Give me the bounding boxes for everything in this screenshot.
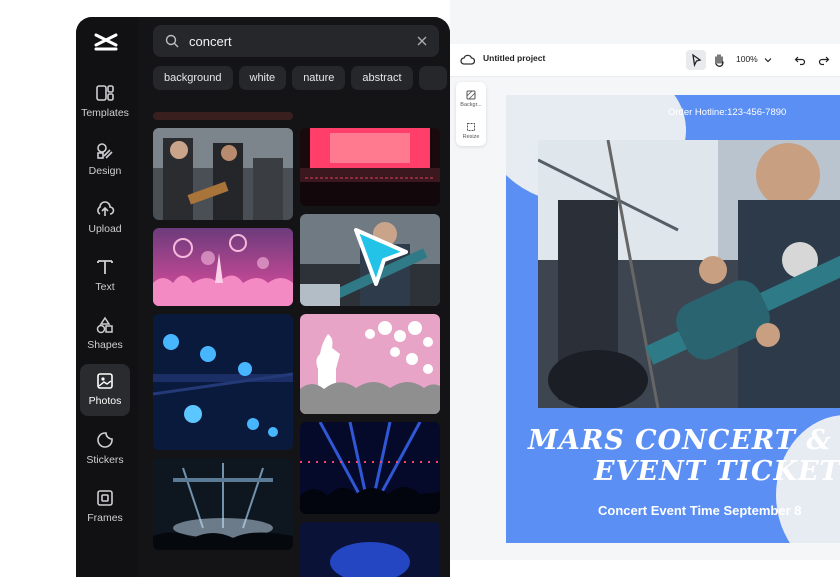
app-panel: Templates Design Upload Text Shapes Phot… [76,17,450,577]
photo-thumb[interactable] [153,112,293,120]
select-tool-button[interactable] [686,50,706,70]
chip-nature[interactable]: nature [292,66,346,90]
photo-thumb[interactable] [153,458,293,550]
nav-rail: Templates Design Upload Text Shapes Phot… [76,17,139,577]
tool-label: Backgr... [460,102,482,108]
zoom-level[interactable]: 100% [736,54,758,64]
nav-label: Shapes [87,339,123,351]
editor-topbar: Untitled project 100% [450,44,840,77]
photos-panel: backgroundwhitenatureabstract [138,17,450,577]
nav-stickers[interactable]: Stickers [80,423,130,475]
photos-icon [97,373,113,389]
resize-icon [467,123,475,131]
templates-icon [96,85,114,101]
stickers-icon [97,432,113,448]
nav-label: Templates [81,107,129,119]
poster-hotline[interactable]: Order Hotline:123-456-7890 [668,107,786,118]
photo-thumb[interactable] [153,128,293,220]
canvas-tools: Backgr... Resize [456,82,486,146]
nav-design[interactable]: Design [80,134,130,186]
frames-icon [97,490,113,506]
photo-thumb[interactable] [300,522,440,577]
cloud-icon[interactable] [460,53,475,66]
upload-icon [97,201,115,216]
pointer-icon [692,53,702,68]
search-input[interactable] [187,32,401,50]
shapes-icon [96,316,113,334]
nav-shapes[interactable]: Shapes [80,308,130,360]
tool-label: Resize [462,134,480,140]
photo-grid [153,112,443,577]
chevron-down-icon[interactable] [764,56,772,64]
nav-label: Upload [88,223,122,235]
nav-photos[interactable]: Photos [80,364,130,416]
close-icon[interactable] [415,34,429,48]
poster-title-line2[interactable]: EVENT TICKET [594,456,840,487]
photo-thumb[interactable] [300,128,440,206]
photo-thumb[interactable] [153,228,293,306]
search-icon [165,34,179,48]
poster-subline[interactable]: Concert Event Time September 8 [598,503,802,518]
redo-icon[interactable] [818,54,830,66]
nav-label: Text [95,281,115,293]
text-icon [97,260,113,274]
poster-title-line1[interactable]: MARS CONCERT & [528,425,832,456]
nav-templates[interactable]: Templates [80,76,130,128]
chip-white[interactable]: white [238,66,287,90]
nav-label: Photos [88,395,122,407]
nav-label: Stickers [86,454,124,466]
nav-text[interactable]: Text [80,250,130,302]
photo-thumb[interactable] [153,314,293,450]
capcut-logo [94,33,118,51]
chip-abstract[interactable]: abstract [351,66,413,90]
background-icon [466,90,476,100]
design-icon [97,143,113,159]
nav-label: Design [88,165,122,177]
resize-tool[interactable]: Resize [456,118,486,140]
photo-thumb[interactable] [300,422,440,514]
photo-thumb[interactable] [300,314,440,414]
chip-background[interactable]: background [153,66,233,90]
project-title[interactable]: Untitled project [483,53,545,63]
search-bar[interactable] [153,25,439,57]
hand-tool-button[interactable] [709,50,729,70]
poster-canvas[interactable]: Order Hotline:123-456-7890 MARS CONCERT … [506,95,840,543]
hand-icon [715,54,724,67]
undo-icon[interactable] [794,54,806,66]
poster-photo[interactable] [538,140,840,408]
background-tool[interactable]: Backgr... [456,86,486,108]
filter-chips: background white nature abstract [153,66,450,91]
nav-label: Frames [87,512,123,524]
nav-upload[interactable]: Upload [80,192,130,244]
chip-more[interactable] [418,66,447,90]
nav-frames[interactable]: Frames [80,481,130,533]
cursor-pointer-icon [354,228,408,286]
editor-area: Untitled project 100% Backgr... Resize O… [450,0,840,560]
